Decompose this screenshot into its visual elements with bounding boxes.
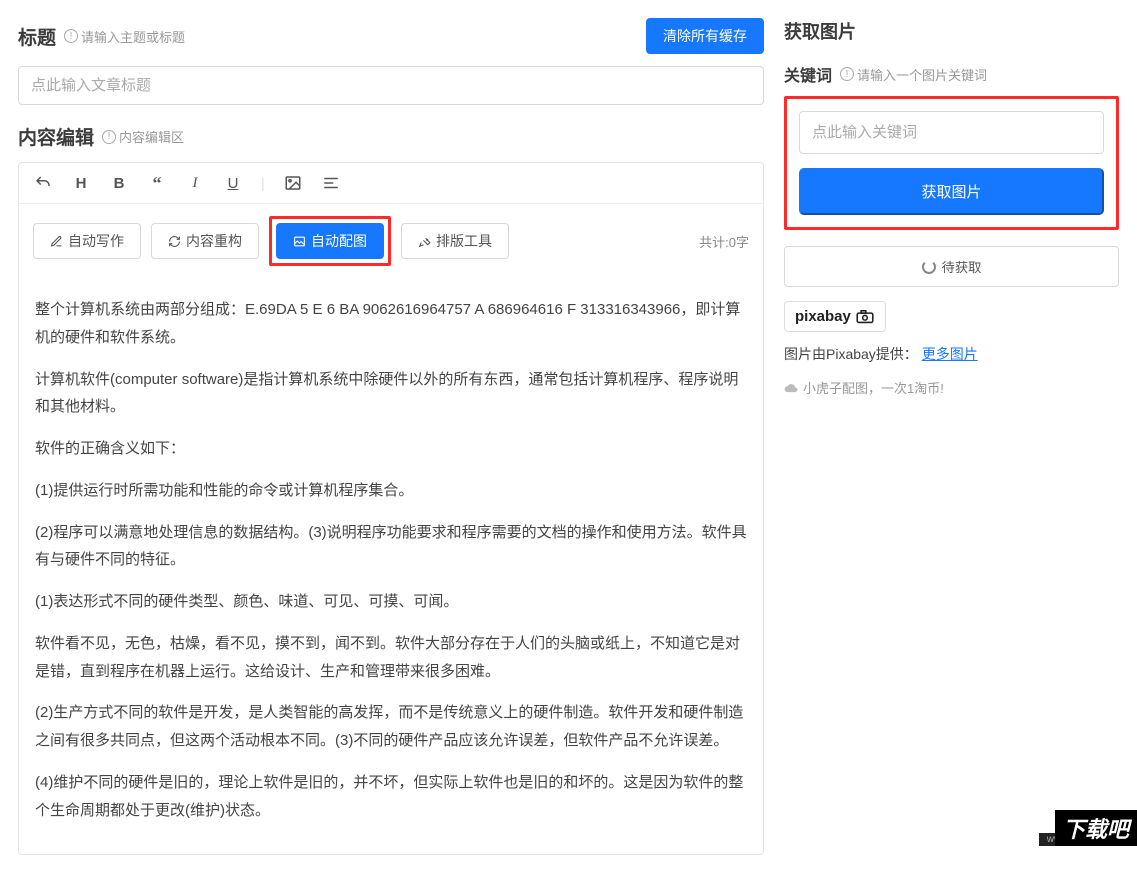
align-icon[interactable] bbox=[321, 173, 341, 193]
content-hint: ! 内容编辑区 bbox=[102, 127, 184, 146]
cloud-icon bbox=[784, 381, 798, 395]
restructure-button[interactable]: 内容重构 bbox=[151, 223, 259, 259]
title-input[interactable] bbox=[18, 66, 764, 105]
underline-icon[interactable]: U bbox=[223, 173, 243, 193]
camera-icon bbox=[855, 310, 875, 324]
keyword-input[interactable] bbox=[799, 111, 1104, 154]
undo-icon[interactable] bbox=[33, 173, 53, 193]
paragraph: (4)维护不同的硬件是旧的，理论上软件是旧的，并不坏，但实际上软件也是旧的和坏的… bbox=[35, 769, 747, 825]
keyword-highlight-box: 获取图片 bbox=[784, 96, 1119, 230]
clear-cache-button[interactable]: 清除所有缓存 bbox=[646, 18, 764, 54]
pixabay-badge: pixabay bbox=[784, 301, 886, 332]
auto-image-button[interactable]: 自动配图 bbox=[276, 223, 384, 259]
paragraph: 软件的正确含义如下： bbox=[35, 435, 747, 463]
content-label: 内容编辑 bbox=[18, 123, 94, 150]
paragraph: (1)提供运行时所需功能和性能的命令或计算机程序集合。 bbox=[35, 477, 747, 505]
title-hint: ! 请输入主题或标题 bbox=[64, 27, 185, 46]
paragraph: 计算机软件(computer software)是指计算机系统中除硬件以外的所有… bbox=[35, 366, 747, 422]
info-icon: ! bbox=[102, 130, 116, 144]
info-icon: ! bbox=[840, 67, 854, 81]
paragraph: (2)程序可以满意地处理信息的数据结构。(3)说明程序功能要求和程序需要的文档的… bbox=[35, 519, 747, 575]
action-toolbar: 自动写作 内容重构 自动配图 排版工具 共计:0字 bbox=[19, 204, 763, 278]
spinner-icon bbox=[922, 260, 936, 274]
quote-icon[interactable]: “ bbox=[147, 173, 167, 193]
title-label: 标题 bbox=[18, 23, 56, 50]
auto-write-button[interactable]: 自动写作 bbox=[33, 223, 141, 259]
format-toolbar: H B “ I U | bbox=[19, 163, 763, 204]
layout-tool-button[interactable]: 排版工具 bbox=[401, 223, 509, 259]
heading-icon[interactable]: H bbox=[71, 173, 91, 193]
credit-row: 图片由Pixabay提供： 更多图片 bbox=[784, 344, 1119, 364]
editor-body[interactable]: 整个计算机系统由两部分组成：E.69DA 5 E 6 BA 9062616964… bbox=[19, 278, 763, 854]
bold-icon[interactable]: B bbox=[109, 173, 129, 193]
keyword-label: 关键词 bbox=[784, 62, 832, 86]
main-column: 标题 ! 请输入主题或标题 清除所有缓存 内容编辑 ! 内容编辑区 H B “ bbox=[18, 18, 764, 855]
editor-box: H B “ I U | 自动写作 内容重构 bbox=[18, 162, 764, 855]
get-image-title: 获取图片 bbox=[784, 18, 1119, 44]
title-header: 标题 ! 请输入主题或标题 清除所有缓存 bbox=[18, 18, 764, 54]
watermark: 下载吧 www.xiazaiba.com bbox=[1039, 833, 1137, 846]
get-image-button[interactable]: 获取图片 bbox=[799, 168, 1104, 215]
image-icon[interactable] bbox=[283, 173, 303, 193]
sidebar: 获取图片 关键词 ! 请输入一个图片关键词 获取图片 待获取 pixabay 图… bbox=[784, 18, 1119, 855]
paragraph: (1)表达形式不同的硬件类型、颜色、味道、可见、可摸、可闻。 bbox=[35, 588, 747, 616]
paragraph: 整个计算机系统由两部分组成：E.69DA 5 E 6 BA 9062616964… bbox=[35, 296, 747, 352]
paragraph: (2)生产方式不同的软件是开发，是人类智能的高发挥，而不是传统意义上的硬件制造。… bbox=[35, 699, 747, 755]
pending-button[interactable]: 待获取 bbox=[784, 246, 1119, 287]
note-row: 小虎子配图，一次1淘币! bbox=[784, 378, 1119, 397]
keyword-header: 关键词 ! 请输入一个图片关键词 bbox=[784, 62, 1119, 86]
more-images-link[interactable]: 更多图片 bbox=[922, 346, 978, 362]
auto-image-highlight: 自动配图 bbox=[269, 216, 391, 266]
info-icon: ! bbox=[64, 29, 78, 43]
word-count: 共计:0字 bbox=[699, 232, 749, 251]
keyword-hint: ! 请输入一个图片关键词 bbox=[840, 65, 987, 84]
italic-icon[interactable]: I bbox=[185, 173, 205, 193]
paragraph: 软件看不见，无色，枯燥，看不见，摸不到，闻不到。软件大部分存在于人们的头脑或纸上… bbox=[35, 630, 747, 686]
